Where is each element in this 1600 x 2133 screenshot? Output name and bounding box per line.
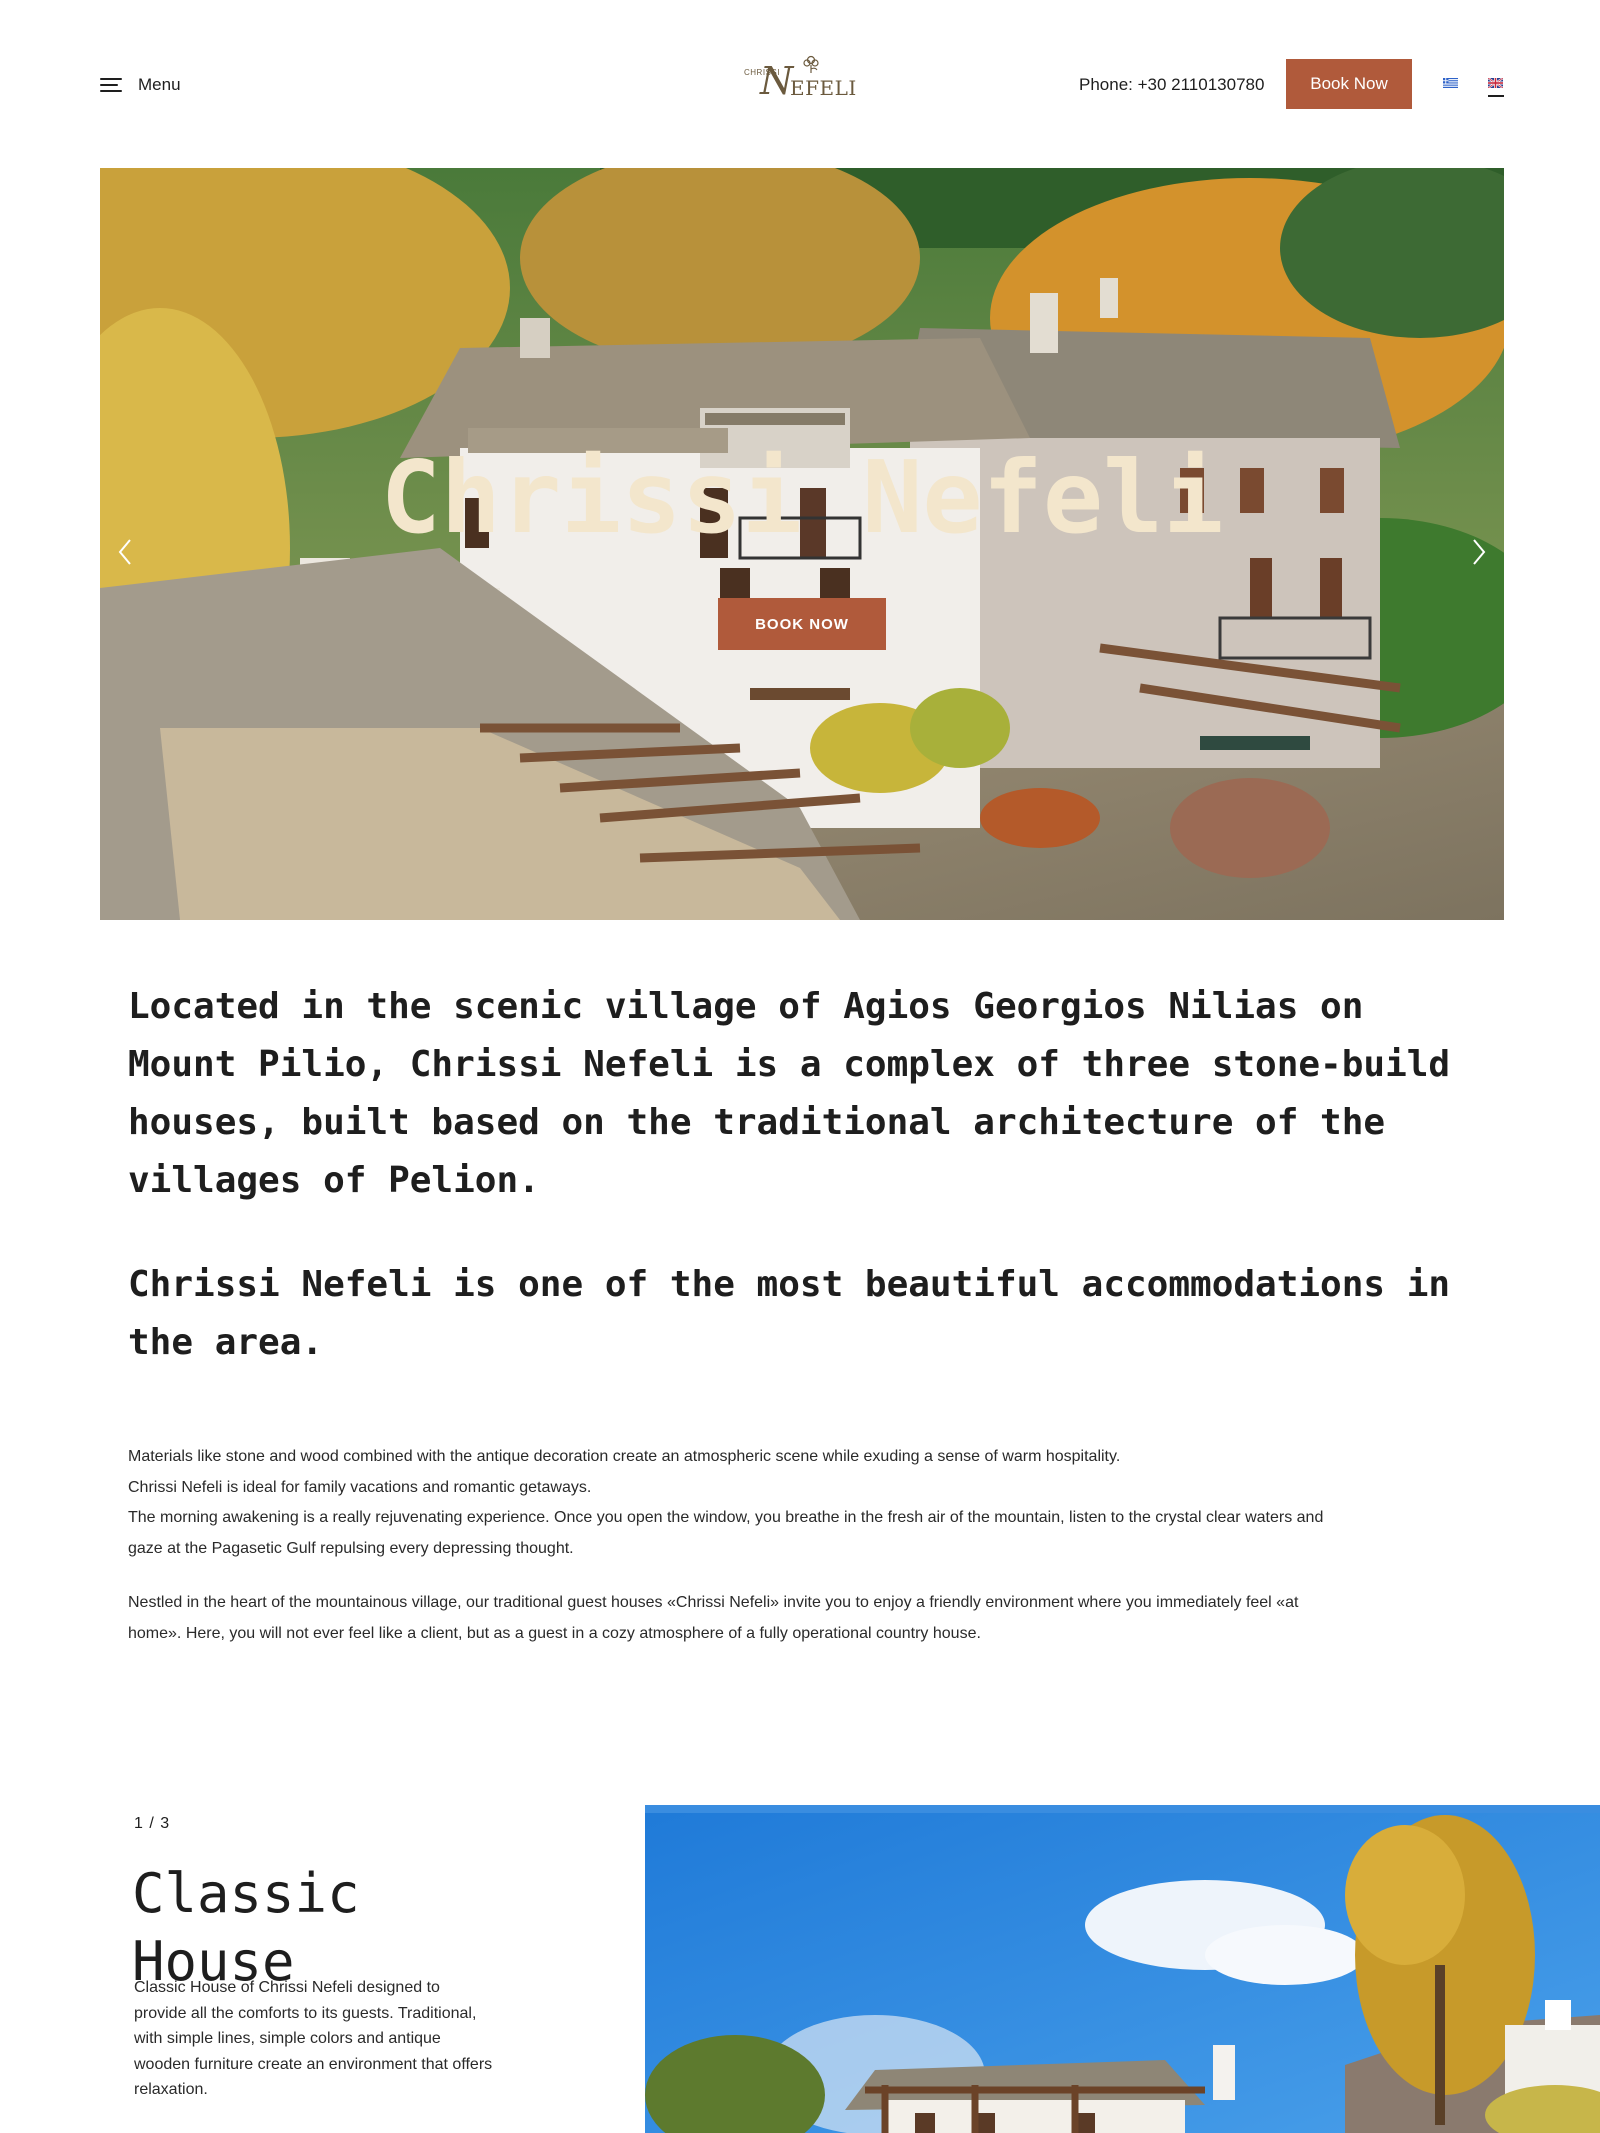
rooms-slider: 1 / 3 Classic House Classic House of Chr… (0, 1805, 1600, 2133)
flower-icon (803, 55, 819, 73)
menu-label: Menu (138, 75, 181, 94)
active-language-underline (1488, 95, 1504, 97)
intro-paragraph-1-line-3: The morning awakening is a really rejuve… (128, 1509, 1324, 1557)
site-logo[interactable]: CHRISSI N EFELI (740, 50, 860, 106)
intro-paragraph-2: Nestled in the heart of the mountainous … (128, 1594, 1299, 1642)
hero-title: Chrissi Nefeli (380, 439, 1224, 556)
intro-lead-2: Chrissi Nefeli is one of the most beauti… (128, 1264, 1451, 1363)
greek-flag-icon[interactable] (1443, 78, 1458, 88)
menu-toggle[interactable]: Menu (100, 72, 181, 98)
room-photo (645, 1805, 1600, 2133)
uk-flag-icon[interactable] (1488, 78, 1503, 88)
book-now-button[interactable]: Book Now (1286, 59, 1412, 109)
hero-title-wrap: Chrissi Nefeli (100, 448, 1504, 548)
site-header: Menu CHRISSI N EFELI Phone: +30 21101307… (0, 0, 1600, 168)
intro-section: Located in the scenic village of Agios G… (128, 978, 1478, 1649)
chevron-left-icon[interactable] (110, 532, 140, 572)
chevron-right-icon[interactable] (1464, 532, 1494, 572)
hero-book-now-button[interactable]: BOOK NOW (718, 598, 886, 650)
room-description: Classic House of Chrissi Nefeli designed… (134, 1979, 493, 2098)
logo-script-letter: N (760, 59, 794, 103)
intro-paragraph-1: Materials like stone and wood combined w… (128, 1442, 1338, 1564)
room-image[interactable] (645, 1805, 1600, 2133)
intro-lead-1: Located in the scenic village of Agios G… (128, 986, 1451, 1201)
hero-slider: Chrissi Nefeli BOOK NOW (100, 168, 1504, 920)
logo-wordmark: EFELI (790, 76, 857, 100)
slide-counter: 1 / 3 (134, 1815, 171, 1832)
hamburger-icon[interactable] (100, 77, 122, 93)
phone-link[interactable]: Phone: +30 2110130780 (1079, 72, 1264, 98)
intro-paragraph-1-line-1: Materials like stone and wood combined w… (128, 1448, 1121, 1465)
intro-paragraph-1-line-2: Chrissi Nefeli is ideal for family vacat… (128, 1478, 592, 1496)
